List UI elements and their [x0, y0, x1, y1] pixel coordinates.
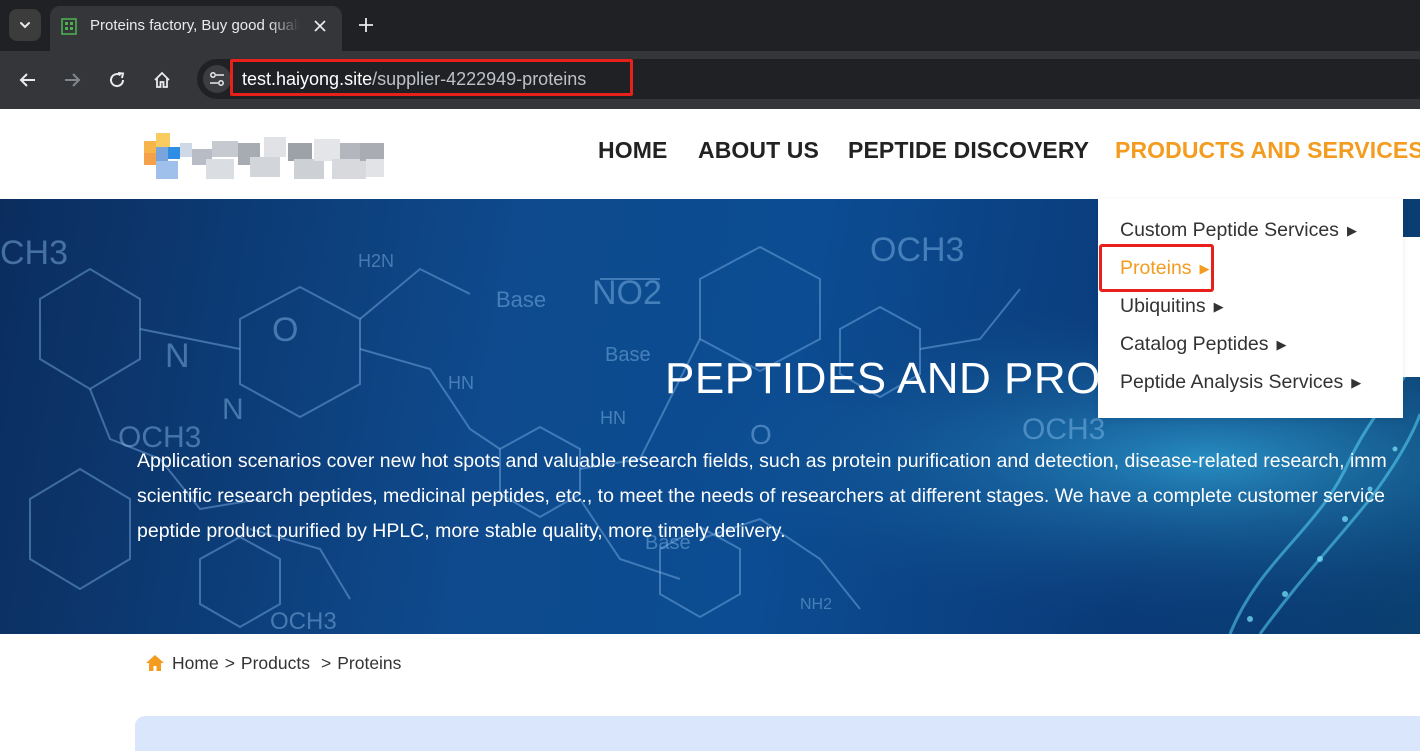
- plus-icon: [359, 18, 373, 32]
- chem-label: HN: [448, 373, 474, 393]
- chem-label: OCH3: [870, 231, 964, 269]
- close-icon: [314, 20, 326, 32]
- breadcrumb-home[interactable]: Home: [172, 653, 219, 674]
- nav-peptide-discovery[interactable]: PEPTIDE DISCOVERY: [848, 137, 1089, 164]
- tab-title: Proteins factory, Buy good quality Prote…: [90, 17, 300, 34]
- nav-home[interactable]: HOME: [598, 137, 667, 164]
- hero-desc-line: scientific research peptides, medicinal …: [137, 485, 1385, 507]
- dropdown-item-label: Catalog Peptides: [1120, 333, 1269, 355]
- proteins-highlight-box: [1099, 244, 1214, 292]
- back-button[interactable]: [13, 65, 43, 95]
- tune-icon: [210, 72, 224, 86]
- home-icon: [146, 655, 164, 671]
- chem-label: HN: [600, 408, 626, 428]
- browser-tab-bar: Proteins factory, Buy good quality Prote…: [0, 0, 1420, 51]
- browser-toolbar: test.haiyong.site/supplier-4222949-prote…: [0, 51, 1420, 109]
- breadcrumb-separator: >: [320, 652, 332, 673]
- arrow-left-icon: [19, 73, 35, 87]
- tab-close-button[interactable]: [308, 14, 332, 38]
- caret-right-icon: ▶: [1351, 375, 1362, 390]
- hero-desc-line: peptide product purified by HPLC, more s…: [137, 520, 786, 542]
- caret-right-icon: ▶: [1346, 223, 1357, 238]
- forward-button[interactable]: [57, 65, 87, 95]
- site-logo[interactable]: [144, 129, 384, 181]
- caret-right-icon: ▶: [1276, 337, 1287, 352]
- chevron-down-icon: [20, 22, 30, 29]
- chem-label: NH2: [800, 596, 832, 613]
- reload-icon: [110, 72, 125, 88]
- dropdown-item-custom-peptide-services[interactable]: Custom Peptide Services ▶: [1120, 219, 1357, 242]
- chem-label: N: [165, 337, 190, 375]
- chem-label: OCH3: [270, 608, 337, 634]
- nav-about-us[interactable]: ABOUT US: [698, 137, 819, 164]
- content-card: [135, 716, 1420, 751]
- chem-label: H2N: [358, 251, 394, 271]
- dropdown-item-peptide-analysis-services[interactable]: Peptide Analysis Services ▶: [1120, 371, 1361, 394]
- caret-right-icon: ▶: [1213, 299, 1224, 314]
- chem-label: O: [272, 311, 298, 349]
- url-host: test.haiyong.site: [242, 69, 373, 89]
- chem-label: CH3: [0, 234, 68, 272]
- reload-button[interactable]: [102, 65, 132, 95]
- products-dropdown-menu: Custom Peptide Services ▶ Proteins ▶ Ubiqu…: [1098, 199, 1403, 418]
- scroll-edge: [1403, 237, 1420, 377]
- chem-label: OCH3: [1022, 413, 1105, 446]
- chem-label: N: [222, 393, 244, 426]
- site-info-button[interactable]: [203, 65, 231, 93]
- nav-products-and-services[interactable]: PRODUCTS AND SERVICES: [1115, 137, 1420, 164]
- breadcrumb-products[interactable]: Products: [241, 653, 310, 674]
- arrow-right-icon: [65, 73, 81, 87]
- breadcrumb-separator: >: [224, 652, 235, 673]
- dropdown-item-ubiquitins[interactable]: Ubiquitins ▶: [1120, 295, 1224, 318]
- hero-description: Application scenarios cover new hot spot…: [137, 444, 1420, 549]
- url-path: /supplier-4222949-proteins: [372, 69, 587, 89]
- favicon-icon: [61, 18, 77, 35]
- site-header: HOME ABOUT US PEPTIDE DISCOVERY PRODUCTS…: [0, 109, 1420, 199]
- home-icon: [154, 71, 170, 88]
- dropdown-item-label: Ubiquitins: [1120, 295, 1206, 317]
- tab-search-button[interactable]: [9, 9, 41, 41]
- breadcrumb: Home > Products > Proteins: [145, 652, 401, 674]
- new-tab-button[interactable]: [352, 11, 380, 39]
- dropdown-item-catalog-peptides[interactable]: Catalog Peptides ▶: [1120, 333, 1287, 356]
- chem-label: Base: [605, 344, 651, 366]
- dropdown-item-label: Custom Peptide Services: [1120, 219, 1339, 241]
- hero-desc-line: Application scenarios cover new hot spot…: [137, 450, 1387, 472]
- home-button[interactable]: [147, 65, 177, 95]
- breadcrumb-current: Proteins: [337, 652, 402, 673]
- chem-label: NO2: [592, 274, 662, 312]
- url-text[interactable]: test.haiyong.site/supplier-4222949-prote…: [242, 69, 586, 90]
- address-bar[interactable]: test.haiyong.site/supplier-4222949-prote…: [197, 59, 1420, 99]
- hero-title: PEPTIDES AND PRO: [665, 354, 1101, 403]
- browser-tab[interactable]: Proteins factory, Buy good quality Prote…: [50, 6, 342, 51]
- chem-label: Base: [496, 287, 546, 312]
- dropdown-item-label: Peptide Analysis Services: [1120, 371, 1344, 393]
